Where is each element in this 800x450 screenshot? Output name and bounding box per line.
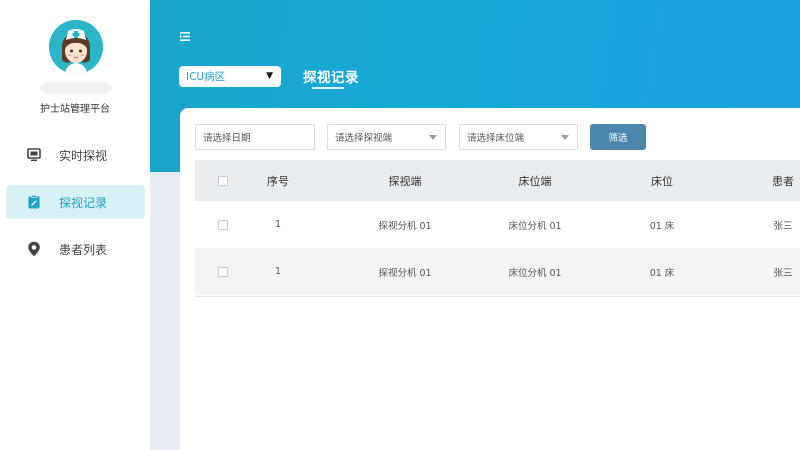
clipboard-icon bbox=[26, 194, 42, 210]
cell-visit-terminal: 探视分机 01 bbox=[378, 267, 432, 279]
cell-bed: 01 床 bbox=[649, 267, 675, 279]
caret-down-icon: ▼ bbox=[266, 71, 273, 81]
table-bottom-border bbox=[195, 296, 800, 297]
sidebar-item-label: 探视记录 bbox=[59, 195, 108, 210]
sidebar: 护士站管理平台 实时探视 探视记录 患者列表 bbox=[0, 0, 150, 450]
sidebar-item-realtime-visit[interactable]: 实时探视 bbox=[6, 138, 145, 172]
dropdown-arrow-icon bbox=[429, 135, 437, 140]
date-picker-input[interactable]: 请选择日期 bbox=[195, 124, 315, 150]
cell-visit-terminal: 探视分机 01 bbox=[378, 220, 432, 232]
table-row[interactable]: 1 探视分机 01 床位分机 01 01 床 张三 bbox=[195, 201, 800, 248]
ward-select[interactable]: ICU病区 ▼ bbox=[179, 66, 281, 87]
title-underline bbox=[312, 87, 344, 89]
cell-index: 1 bbox=[274, 219, 282, 230]
select-all-checkbox[interactable] bbox=[218, 175, 228, 186]
row-checkbox-cell bbox=[213, 248, 233, 295]
location-pin-icon bbox=[26, 241, 42, 257]
select-all-cell bbox=[213, 160, 233, 201]
dropdown-arrow-icon bbox=[561, 135, 569, 140]
visit-terminal-select[interactable]: 请选择探视端 bbox=[327, 124, 446, 150]
visit-terminal-placeholder: 请选择探视端 bbox=[335, 133, 393, 144]
column-header-bed[interactable]: 床位 bbox=[625, 160, 699, 201]
cell-patient: 张三 bbox=[773, 220, 793, 232]
ward-select-value: ICU病区 bbox=[186, 71, 226, 83]
column-header-patient[interactable]: 患者 bbox=[755, 160, 800, 201]
cell-index: 1 bbox=[274, 266, 282, 277]
row-checkbox[interactable] bbox=[218, 219, 228, 230]
menu-toggle-icon[interactable] bbox=[180, 26, 190, 41]
sidebar-item-patient-list[interactable]: 患者列表 bbox=[6, 232, 145, 266]
bed-terminal-select[interactable]: 请选择床位端 bbox=[459, 124, 578, 150]
row-checkbox-cell bbox=[213, 201, 233, 248]
column-header-index[interactable]: 序号 bbox=[258, 160, 298, 201]
cell-bed-terminal: 床位分机 01 bbox=[508, 267, 562, 279]
table-header: 序号 探视端 床位端 床位 患者 bbox=[195, 160, 800, 201]
sidebar-item-visit-records[interactable]: 探视记录 bbox=[6, 185, 145, 219]
column-header-bed-terminal[interactable]: 床位端 bbox=[485, 160, 585, 201]
table-row[interactable]: 1 探视分机 01 床位分机 01 01 床 张三 bbox=[195, 248, 800, 295]
bed-terminal-placeholder: 请选择床位端 bbox=[467, 133, 525, 144]
page-title: 探视记录 bbox=[303, 70, 359, 86]
monitor-icon bbox=[26, 147, 42, 163]
column-header-visit-terminal[interactable]: 探视端 bbox=[355, 160, 455, 201]
row-checkbox[interactable] bbox=[218, 266, 228, 277]
nurse-avatar bbox=[49, 20, 103, 74]
filter-button[interactable]: 筛选 bbox=[590, 124, 646, 150]
date-placeholder: 请选择日期 bbox=[203, 133, 251, 144]
sidebar-item-label: 患者列表 bbox=[59, 242, 108, 257]
username-redacted bbox=[40, 82, 112, 94]
cell-bed-terminal: 床位分机 01 bbox=[508, 220, 562, 232]
cell-patient: 张三 bbox=[773, 267, 793, 279]
cell-bed: 01 床 bbox=[649, 220, 675, 232]
platform-name: 护士站管理平台 bbox=[40, 104, 110, 115]
sidebar-item-label: 实时探视 bbox=[59, 148, 108, 163]
